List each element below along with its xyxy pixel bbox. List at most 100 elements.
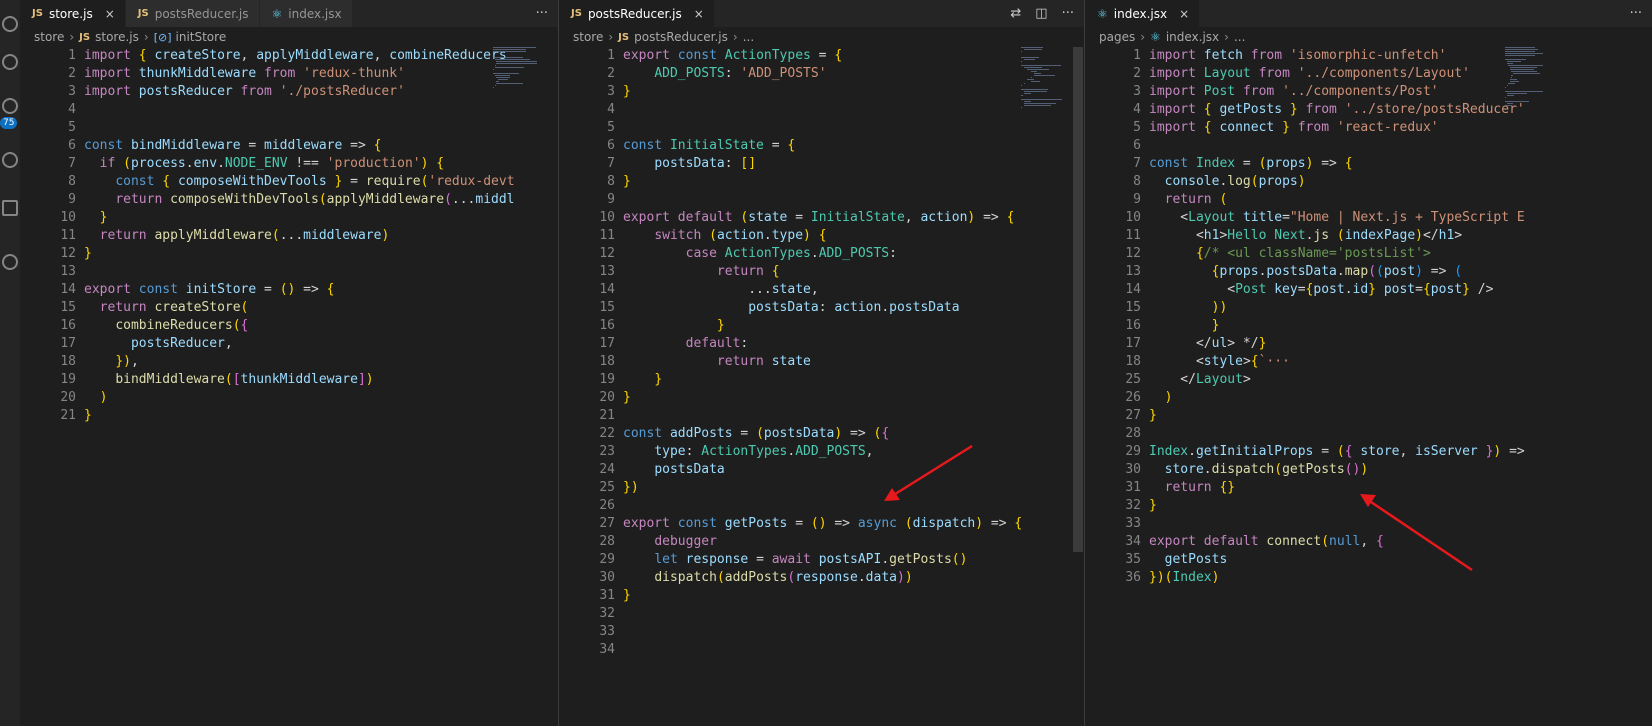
code-line[interactable]: 1 import fetch from 'isomorphic-unfetch' <box>1085 47 1652 65</box>
code-line[interactable]: 15 )) <box>1085 299 1652 317</box>
breadcrumb-symbol[interactable]: ... <box>743 30 754 44</box>
code-line[interactable]: 6 const InitialState = { <box>559 137 1084 155</box>
code-line[interactable]: 13 <box>20 263 558 281</box>
code-line[interactable]: 11 return applyMiddleware(...middleware) <box>20 227 558 245</box>
code-line[interactable]: 14 ...state, <box>559 281 1084 299</box>
code-line[interactable]: 8 const { composeWithDevTools } = requir… <box>20 173 558 191</box>
code-line[interactable]: 3} <box>559 83 1084 101</box>
close-icon[interactable]: × <box>105 7 115 21</box>
close-icon[interactable]: × <box>1179 7 1189 21</box>
explorer-icon[interactable] <box>2 16 18 32</box>
code-line[interactable]: 6 const bindMiddleware = middleware => { <box>20 137 558 155</box>
breadcrumb-file[interactable]: store.js <box>95 30 139 44</box>
code-line[interactable]: 24 postsData <box>559 461 1084 479</box>
code-line[interactable]: 10 export default (state = InitialState, … <box>559 209 1084 227</box>
code-line[interactable]: 33 <box>559 623 1084 641</box>
more-actions-icon[interactable]: ··· <box>1630 6 1642 21</box>
tab-index-jsx[interactable]: ⚛ index.jsx × <box>1085 0 1201 27</box>
code-line[interactable]: 14 export const initStore = () => { <box>20 281 558 299</box>
code-line[interactable]: 5 <box>20 119 558 137</box>
code-line[interactable]: 23 type: ActionTypes.ADD_POSTS, <box>559 443 1084 461</box>
code-line[interactable]: 28 <box>1085 425 1652 443</box>
compare-changes-icon[interactable]: ⇄ <box>1010 6 1021 21</box>
code-line[interactable]: 16 } <box>559 317 1084 335</box>
code-line[interactable]: 18 return state <box>559 353 1084 371</box>
close-icon[interactable]: × <box>694 7 704 21</box>
code-line[interactable]: 20} <box>559 389 1084 407</box>
code-line[interactable]: 12 case ActionTypes.ADD_POSTS: <box>559 245 1084 263</box>
code-line[interactable]: 2 import Layout from '../components/Layou… <box>1085 65 1652 83</box>
code-line[interactable]: 26 ) <box>1085 389 1652 407</box>
code-line[interactable]: 26 <box>559 497 1084 515</box>
breadcrumb-folder[interactable]: store <box>34 30 64 44</box>
breadcrumb-file[interactable]: postsReducer.js <box>634 30 728 44</box>
code-line[interactable]: 15 postsData: action.postsData <box>559 299 1084 317</box>
code-line[interactable]: 3 import Post from '../components/Post' <box>1085 83 1652 101</box>
code-line[interactable]: 31} <box>559 587 1084 605</box>
code-line[interactable]: 11 <h1>Hello Next.js (indexPage)</h1> <box>1085 227 1652 245</box>
code-line[interactable]: 30 dispatch(addPosts(response.data)) <box>559 569 1084 587</box>
code-line[interactable]: 17 </ul> */} <box>1085 335 1652 353</box>
search-icon[interactable] <box>2 54 18 70</box>
minimap[interactable] <box>1021 47 1067 117</box>
code-line[interactable]: 21 <box>559 407 1084 425</box>
code-line[interactable]: 34 <box>559 641 1084 659</box>
code-line[interactable]: 7 if (process.env.NODE_ENV !== 'producti… <box>20 155 558 173</box>
code-line[interactable]: 32 <box>559 605 1084 623</box>
breadcrumb-file[interactable]: index.jsx <box>1166 30 1219 44</box>
code-line[interactable]: 14 <Post key={post.id} post={post} /> <box>1085 281 1652 299</box>
code-line[interactable]: 19 } <box>559 371 1084 389</box>
code-line[interactable]: 18 }), <box>20 353 558 371</box>
breadcrumb-symbol[interactable]: initStore <box>176 30 227 44</box>
code-line[interactable]: 5 import { connect } from 'react-redux' <box>1085 119 1652 137</box>
code-line[interactable]: 19 bindMiddleware([thunkMiddleware]) <box>20 371 558 389</box>
tab-index-jsx[interactable]: ⚛ index.jsx <box>259 0 353 27</box>
code-editor[interactable]: 1 import { createStore, applyMiddleware, … <box>20 47 558 726</box>
code-line[interactable]: 30 store.dispatch(getPosts()) <box>1085 461 1652 479</box>
code-line[interactable]: 25 </Layout> <box>1085 371 1652 389</box>
extensions-icon[interactable] <box>2 200 18 216</box>
code-line[interactable]: 6 <box>1085 137 1652 155</box>
more-actions-icon[interactable]: ··· <box>1062 6 1074 21</box>
breadcrumb-symbol[interactable]: ... <box>1234 30 1245 44</box>
breadcrumb-folder[interactable]: store <box>573 30 603 44</box>
code-line[interactable]: 21} <box>20 407 558 425</box>
tab-postsreducer-js[interactable]: JS postsReducer.js × <box>559 0 715 27</box>
code-line[interactable]: 16 } <box>1085 317 1652 335</box>
code-line[interactable]: 15 return createStore( <box>20 299 558 317</box>
tab-store-js[interactable]: JS store.js × <box>20 0 126 27</box>
code-line[interactable]: 10 } <box>20 209 558 227</box>
code-line[interactable]: 11 switch (action.type) { <box>559 227 1084 245</box>
code-line[interactable]: 7 postsData: [] <box>559 155 1084 173</box>
code-line[interactable]: 7 const Index = (props) => { <box>1085 155 1652 173</box>
code-line[interactable]: 29 let response = await postsAPI.getPost… <box>559 551 1084 569</box>
code-line[interactable]: 4 <box>559 101 1084 119</box>
code-line[interactable]: 16 combineReducers({ <box>20 317 558 335</box>
code-line[interactable]: 20 ) <box>20 389 558 407</box>
code-line[interactable]: 5 <box>559 119 1084 137</box>
code-line[interactable]: 25}) <box>559 479 1084 497</box>
code-line[interactable]: 8} <box>559 173 1084 191</box>
source-control-icon[interactable] <box>2 98 18 114</box>
tab-postsreducer-js[interactable]: JS postsReducer.js <box>125 0 260 27</box>
code-line[interactable]: 27 export const getPosts = () => async (d… <box>559 515 1084 533</box>
code-line[interactable]: 13 {props.postsData.map((post) => ( <box>1085 263 1652 281</box>
code-line[interactable]: 10 <Layout title="Home | Next.js + TypeS… <box>1085 209 1652 227</box>
code-line[interactable]: 9 <box>559 191 1084 209</box>
code-line[interactable]: 22 const addPosts = (postsData) => ({ <box>559 425 1084 443</box>
minimap[interactable] <box>493 47 539 117</box>
code-line[interactable]: 1 import { createStore, applyMiddleware, … <box>20 47 558 65</box>
code-line[interactable] <box>1085 587 1652 605</box>
code-line[interactable]: 9 return composeWithDevTools(applyMiddle… <box>20 191 558 209</box>
code-line[interactable]: 17 default: <box>559 335 1084 353</box>
remote-explorer-icon[interactable] <box>2 254 18 270</box>
split-editor-icon[interactable]: ◫ <box>1035 6 1047 21</box>
code-line[interactable]: 28 debugger <box>559 533 1084 551</box>
code-line[interactable]: 27} <box>1085 407 1652 425</box>
code-line[interactable]: 18 <style>{`··· <box>1085 353 1652 371</box>
code-line[interactable]: 1 export const ActionTypes = { <box>559 47 1084 65</box>
code-editor[interactable]: 1 import fetch from 'isomorphic-unfetch' 2… <box>1085 47 1652 726</box>
code-line[interactable]: 9 return ( <box>1085 191 1652 209</box>
code-line[interactable]: 8 console.log(props) <box>1085 173 1652 191</box>
code-line[interactable]: 4 import { getPosts } from '../store/post… <box>1085 101 1652 119</box>
